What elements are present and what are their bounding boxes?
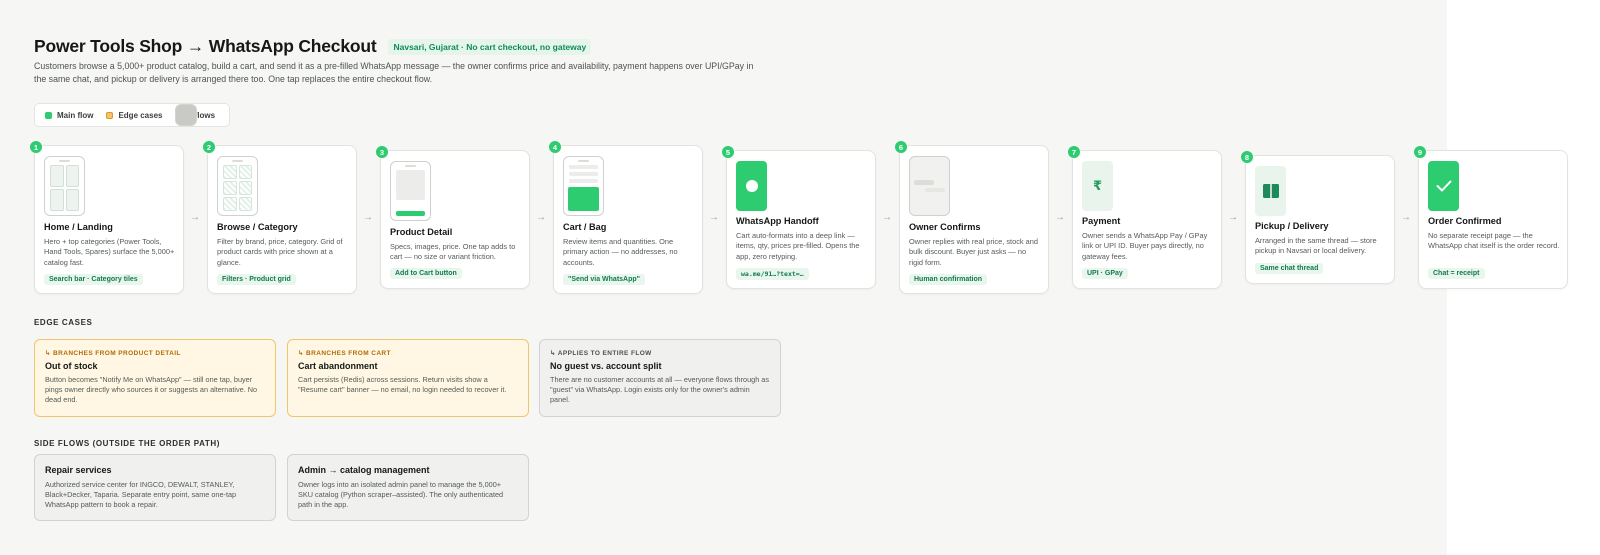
step-title: Order Confirmed [1428,216,1502,226]
edge-card-no-accounts: ↳ APPLIES TO ENTIRE FLOW No guest vs. ac… [539,339,781,417]
step-title: WhatsApp Handoff [736,216,819,226]
arrow-right-icon: → [1228,212,1238,223]
step-card-home: 1 Home / Landing Hero + top categories (… [29,140,184,294]
card-kicker: ↳ BRANCHES FROM CART [298,350,391,357]
step-title: Owner Confirms [909,222,981,232]
phone-chat-icon [909,156,950,216]
step-title: Pickup / Delivery [1255,221,1329,231]
step-tag: UPI · GPay [1082,268,1128,279]
legend-side-flows: Side flows [175,104,215,126]
page-description: Customers browse a 5,000+ product catalo… [34,61,754,85]
edge-case-swatch-icon [106,111,114,119]
step-number: 8 [1240,150,1254,164]
step-card-payment: 7 ₹ Payment Owner sends a WhatsApp Pay /… [1067,145,1222,289]
side-card-repair-services: Repair services Authorized service cente… [34,454,276,521]
arrow-right-icon: → [882,212,892,223]
step-title: Product Detail [390,227,453,237]
phone-product-detail-icon [390,161,431,221]
step-description: Owner replies with real price, stock and… [909,237,1038,267]
step-tag: Same chat thread [1255,263,1324,274]
step-tag: Filters · Product grid [217,274,296,285]
legend-label: Edge cases [118,110,163,120]
legend-edge-cases: Edge cases [106,111,162,120]
step-number: 6 [894,140,908,154]
step-title: Home / Landing [44,222,113,232]
step-description: Specs, images, price. One tap adds to ca… [390,242,516,262]
step-title: Browse / Category [217,222,298,232]
step-tag: Search bar · Category tiles [44,274,143,285]
arrow-right-icon: → [709,212,719,223]
step-description: Cart auto-formats into a deep link — ite… [736,231,860,261]
step-number: 7 [1067,145,1081,159]
step-card-order-confirmed: 9 Order Confirmed No separate receipt pa… [1413,145,1568,289]
card-title: Cart abandonment [298,361,378,371]
step-tag: wa.me/91…?text=… [736,268,809,280]
page-title: Power Tools Shop → WhatsApp Checkout [34,36,377,56]
step-number: 9 [1413,145,1427,159]
card-description: Authorized service center for INGCO, DEW… [45,480,237,510]
card-kicker: ↳ APPLIES TO ENTIRE FLOW [550,350,652,357]
step-number: 3 [375,145,389,159]
edge-cases-heading: EDGE CASES [34,318,93,327]
side-flow-swatch-icon [175,104,198,126]
side-card-admin-catalog: Admin → catalog management Owner logs in… [287,454,529,521]
step-card-browse: 2 Browse / Category Filter by brand, pri… [202,140,357,294]
card-title: No guest vs. account split [550,361,662,371]
edge-card-out-of-stock: ↳ BRANCHES FROM PRODUCT DETAIL Out of st… [34,339,276,417]
step-description: Review items and quantities. One primary… [563,237,678,267]
card-kicker: ↳ BRANCHES FROM PRODUCT DETAIL [45,350,181,357]
phone-grid-icon [44,156,85,216]
edge-card-cart-abandonment: ↳ BRANCHES FROM CART Cart abandonment Ca… [287,339,529,417]
main-flow-swatch-icon [45,111,52,119]
card-title: Out of stock [45,361,98,371]
step-number: 5 [721,145,735,159]
step-card-pickup-delivery: 8 Pickup / Delivery Arranged in the same… [1240,150,1395,284]
checkmark-icon [1428,161,1459,211]
legend: Main flow Edge cases Side flows [34,103,230,127]
rupee-icon: ₹ [1082,161,1113,211]
step-description: Owner sends a WhatsApp Pay / GPay link o… [1082,231,1208,261]
step-description: Hero + top categories (Power Tools, Hand… [44,237,175,267]
arrow-right-icon: → [536,212,546,223]
arrow-right-icon: → [363,212,373,223]
card-description: Button becomes "Notify Me on WhatsApp" —… [45,375,258,405]
card-title: Repair services [45,465,112,475]
card-description: Cart persists (Redis) across sessions. R… [298,375,507,395]
step-description: No separate receipt page — the WhatsApp … [1428,231,1560,251]
step-description: Arranged in the same thread — store pick… [1255,236,1377,256]
legend-main-flow: Main flow [45,111,93,120]
side-flows-heading: SIDE FLOWS (OUTSIDE THE ORDER PATH) [34,439,221,448]
step-card-whatsapp-handoff: 5 WhatsApp Handoff Cart auto-formats int… [721,145,876,289]
location-badge: Navsari, Gujarat · No cart checkout, no … [388,38,592,55]
step-tag: "Send via WhatsApp" [563,274,645,285]
card-title: Admin → catalog management [298,465,430,475]
package-icon [1255,166,1286,216]
card-description: Owner logs into an isolated admin panel … [298,480,504,510]
step-tag: Human confirmation [909,274,988,285]
step-tag: Add to Cart button [390,268,462,279]
step-card-product-detail: 3 Product Detail Specs, images, price. O… [375,145,530,289]
phone-cart-icon [563,156,604,216]
step-card-cart: 4 Cart / Bag Review items and quantities… [548,140,703,294]
step-title: Payment [1082,216,1121,226]
legend-label: Main flow [57,110,94,120]
step-description: Filter by brand, price, category. Grid o… [217,237,343,267]
main-flow: 1 Home / Landing Hero + top categories (… [29,140,1600,305]
step-tag: Chat = receipt [1428,268,1485,279]
arrow-right-icon: → [1401,212,1411,223]
step-title: Cart / Bag [563,222,607,232]
step-card-owner-confirms: 6 Owner Confirms Owner replies with real… [894,140,1049,294]
arrow-right-icon: → [1055,212,1065,223]
header: Power Tools Shop → WhatsApp Checkout Nav… [34,36,592,57]
step-number: 2 [202,140,216,154]
card-description: There are no customer accounts at all — … [550,375,770,405]
step-number: 4 [548,140,562,154]
whatsapp-bubble-icon [736,161,767,211]
phone-product-grid-icon [217,156,258,216]
step-number: 1 [29,140,43,154]
diagram-canvas: Power Tools Shop → WhatsApp Checkout Nav… [0,0,1568,555]
arrow-right-icon: → [190,212,200,223]
